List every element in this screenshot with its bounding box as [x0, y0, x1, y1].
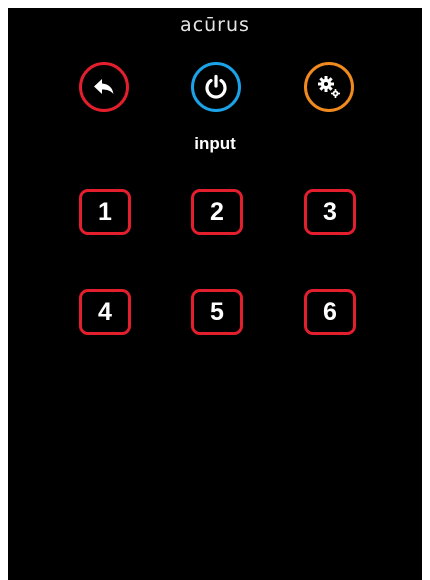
power-icon — [203, 74, 229, 100]
brand-logo: acūrus — [180, 14, 250, 36]
input-6-button[interactable]: 6 — [304, 289, 356, 335]
back-arrow-icon — [92, 77, 116, 97]
input-5-button[interactable]: 5 — [191, 289, 243, 335]
input-3-button[interactable]: 3 — [304, 189, 356, 235]
back-button[interactable] — [79, 62, 129, 112]
input-section-label: input — [194, 134, 236, 153]
input-2-button[interactable]: 2 — [191, 189, 243, 235]
settings-button[interactable] — [304, 62, 354, 112]
top-controls — [8, 62, 422, 118]
settings-gears-icon — [315, 73, 343, 101]
input-1-button[interactable]: 1 — [79, 189, 131, 235]
remote-screen: acūrus input 1 2 3 4 5 6 — [8, 8, 422, 580]
input-4-button[interactable]: 4 — [79, 289, 131, 335]
power-button[interactable] — [191, 62, 241, 112]
